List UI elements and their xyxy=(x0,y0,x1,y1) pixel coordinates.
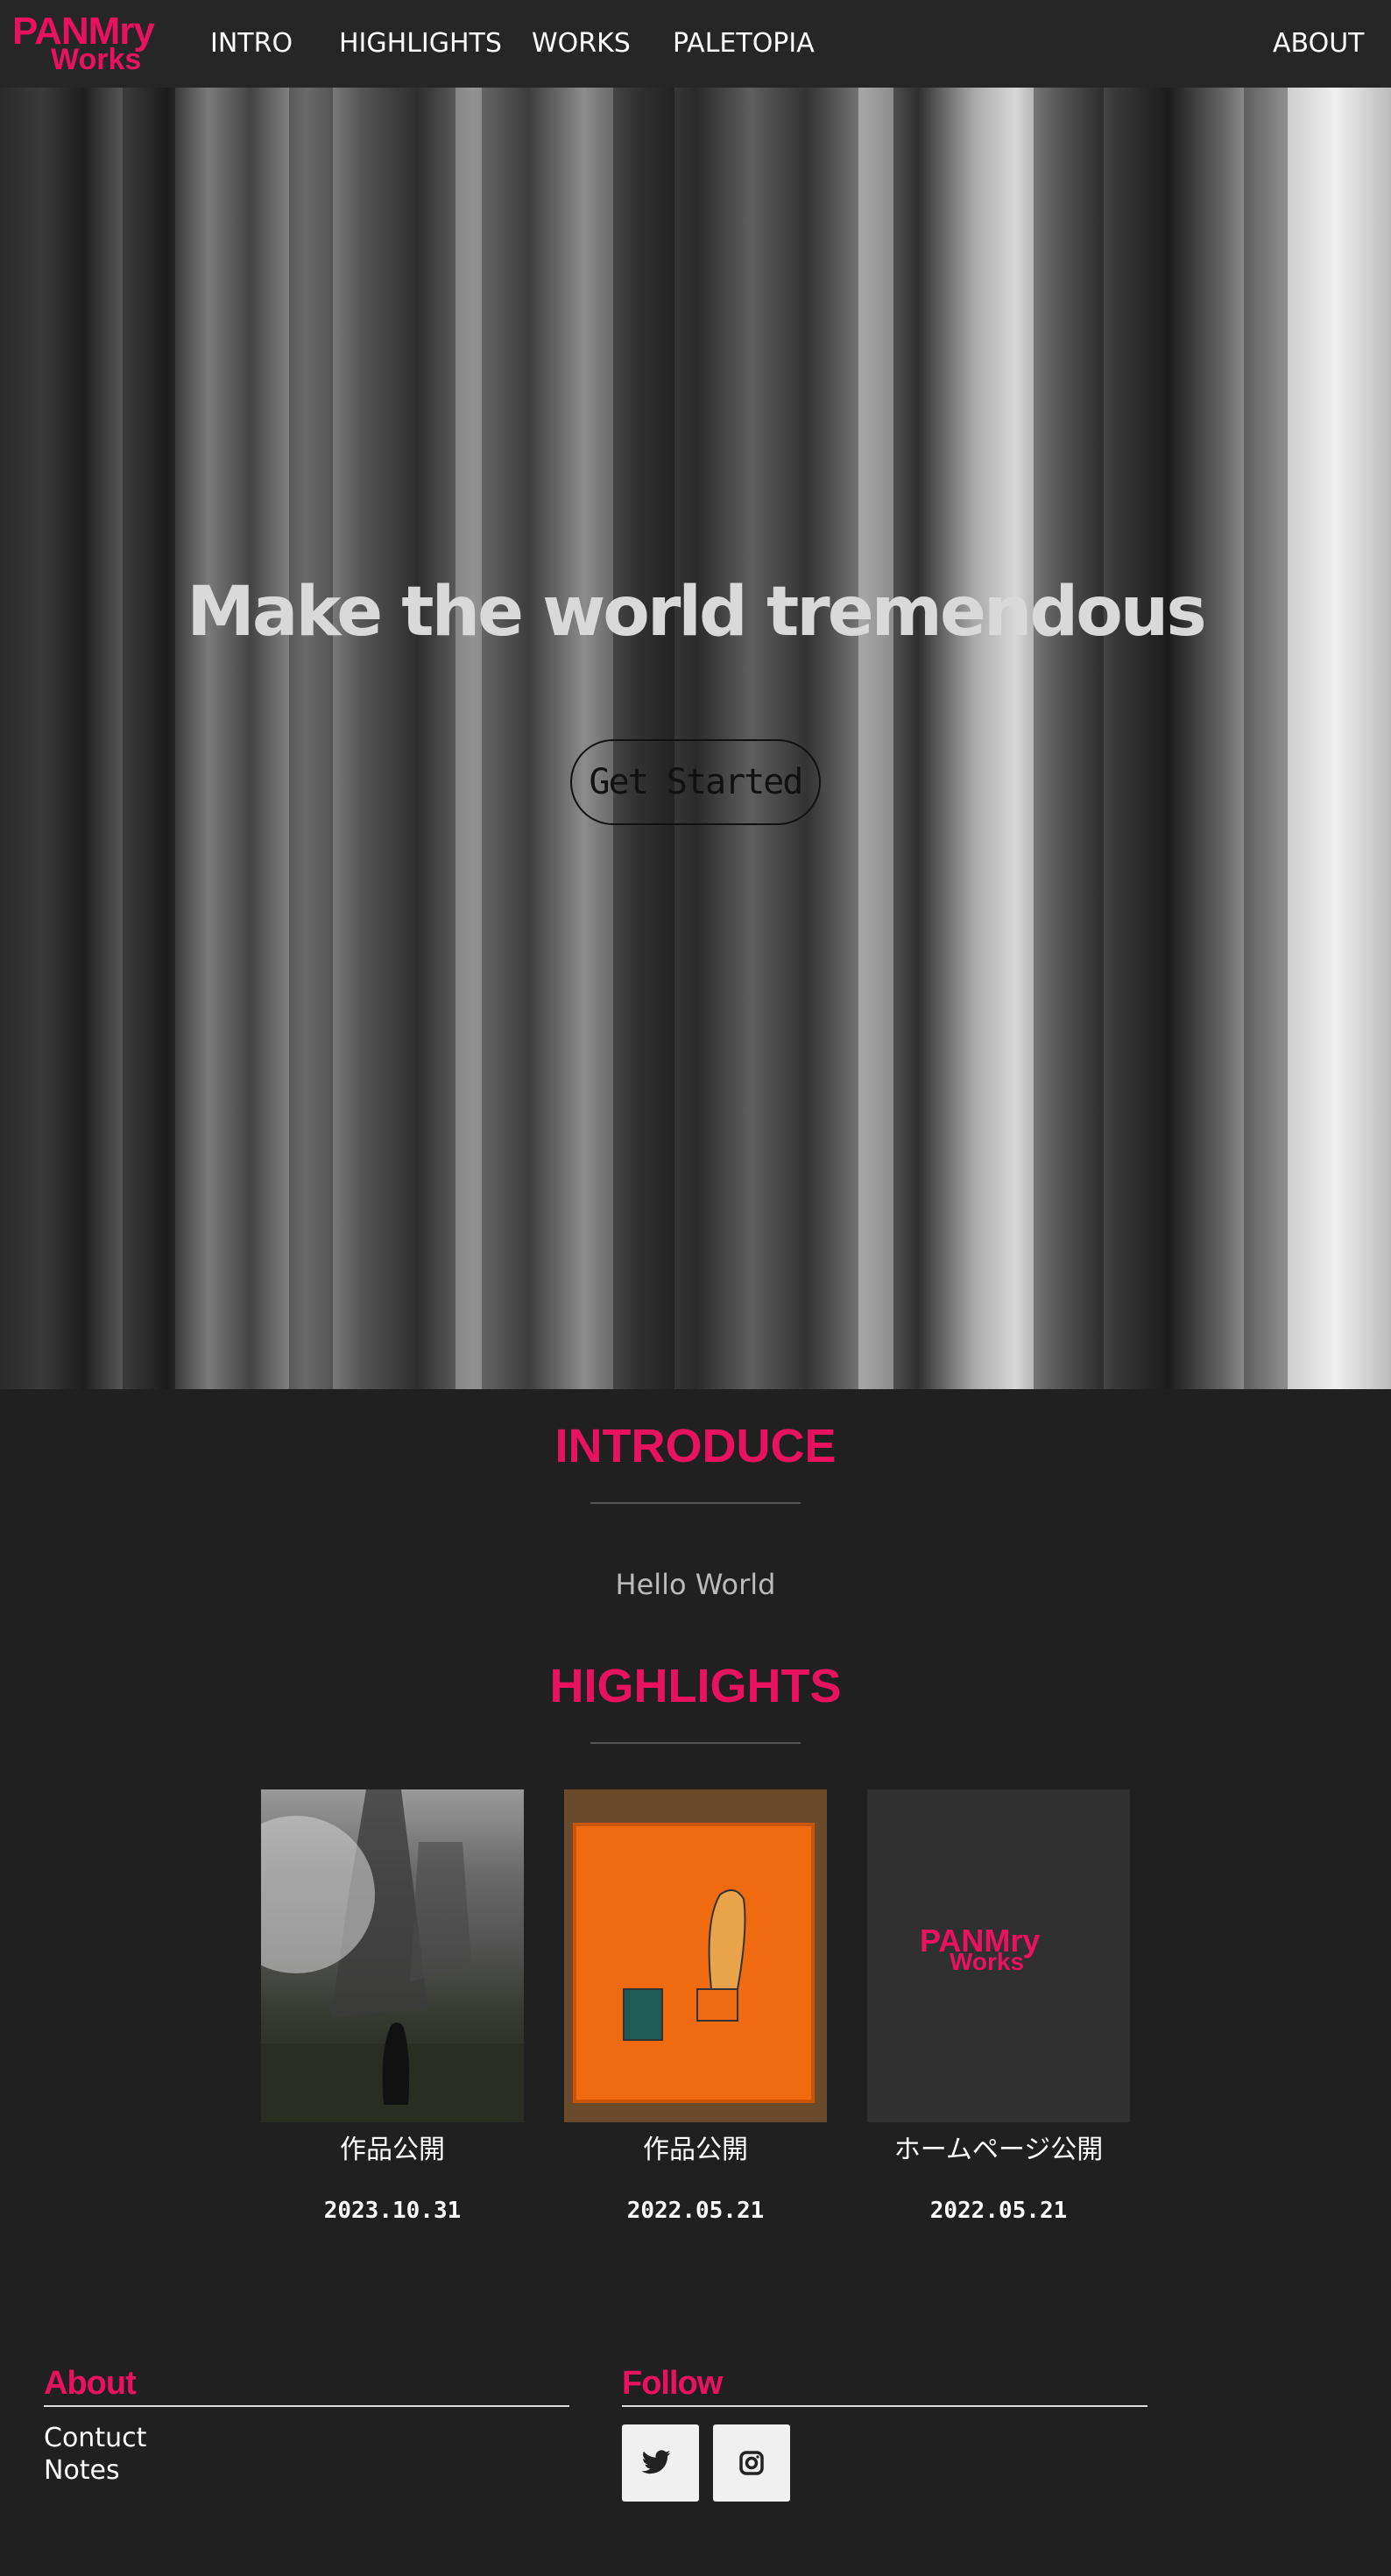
introduce-title: INTRODUCE xyxy=(554,1420,837,1472)
highlight-card[interactable]: 作品公開 2022.05.21 xyxy=(564,1789,827,2224)
hero-texture xyxy=(858,88,893,1389)
top-nav: PANMry Works INTRO HIGHLIGHTS WORKS PALE… xyxy=(0,0,1391,88)
hero-texture xyxy=(123,88,175,1389)
footer-contact-link[interactable]: Contuct xyxy=(44,2423,146,2453)
logo-bottom-text: Works xyxy=(51,43,142,76)
highlight-title: ホームページ公開 xyxy=(893,2135,1104,2165)
highlight-date: 2022.05.21 xyxy=(929,2198,1068,2224)
highlights-title: HIGHLIGHTS xyxy=(549,1660,842,1712)
nav-intro-link[interactable]: INTRO xyxy=(210,26,293,61)
highlight-title: 作品公開 xyxy=(643,2135,748,2165)
highlight-date: 2022.05.21 xyxy=(626,2198,765,2224)
highlight-card[interactable]: 作品公開 2023.10.31 xyxy=(261,1789,524,2224)
introduce-divider xyxy=(590,1502,801,1504)
highlight-thumbnail[interactable] xyxy=(261,1789,524,2122)
highlight-card[interactable]: PANMry Works ホームページ公開 2022.05.21 xyxy=(867,1789,1130,2224)
get-started-button[interactable]: Get Started xyxy=(570,739,821,825)
site-logo[interactable]: PANMry Works xyxy=(12,12,187,75)
footer-follow-divider xyxy=(622,2405,1147,2407)
footer-about-divider xyxy=(44,2405,569,2407)
nav-works-link[interactable]: WORKS xyxy=(532,26,631,61)
instagram-icon xyxy=(739,2451,764,2475)
nav-about-link[interactable]: ABOUT xyxy=(1273,26,1364,61)
hero-texture xyxy=(1034,88,1104,1389)
highlight-thumbnail[interactable] xyxy=(564,1789,827,2122)
nav-paletopia-link[interactable]: PALETOPIA xyxy=(673,26,815,61)
landscape-artwork-image xyxy=(261,1789,524,2122)
card-logo-bottom: Works xyxy=(950,1948,1025,1975)
twitter-button[interactable] xyxy=(622,2424,699,2502)
instagram-button[interactable] xyxy=(713,2424,790,2502)
nav-highlights-link[interactable]: HIGHLIGHTS xyxy=(339,26,502,61)
twitter-icon xyxy=(641,2450,671,2474)
highlights-divider xyxy=(590,1742,801,1744)
card-logo: PANMry Works xyxy=(920,1925,1086,1987)
intro-text: Hello World xyxy=(615,1568,776,1601)
hero-texture xyxy=(1244,88,1288,1389)
hero-texture xyxy=(455,88,482,1389)
footer-follow-title: Follow xyxy=(622,2365,723,2402)
footer-about-title: About xyxy=(44,2365,137,2402)
hero-title: Make the world tremendous xyxy=(187,573,1207,652)
hero-texture xyxy=(289,88,333,1389)
footer-notes-link[interactable]: Notes xyxy=(44,2455,120,2486)
hero-banner: Make the world tremendous Get Started xyxy=(0,88,1391,1389)
hero-texture xyxy=(613,88,674,1389)
highlight-title: 作品公開 xyxy=(340,2135,445,2165)
highlight-date: 2023.10.31 xyxy=(323,2198,462,2224)
orange-painting-image xyxy=(573,1823,815,2103)
highlight-thumbnail[interactable]: PANMry Works xyxy=(867,1789,1130,2122)
